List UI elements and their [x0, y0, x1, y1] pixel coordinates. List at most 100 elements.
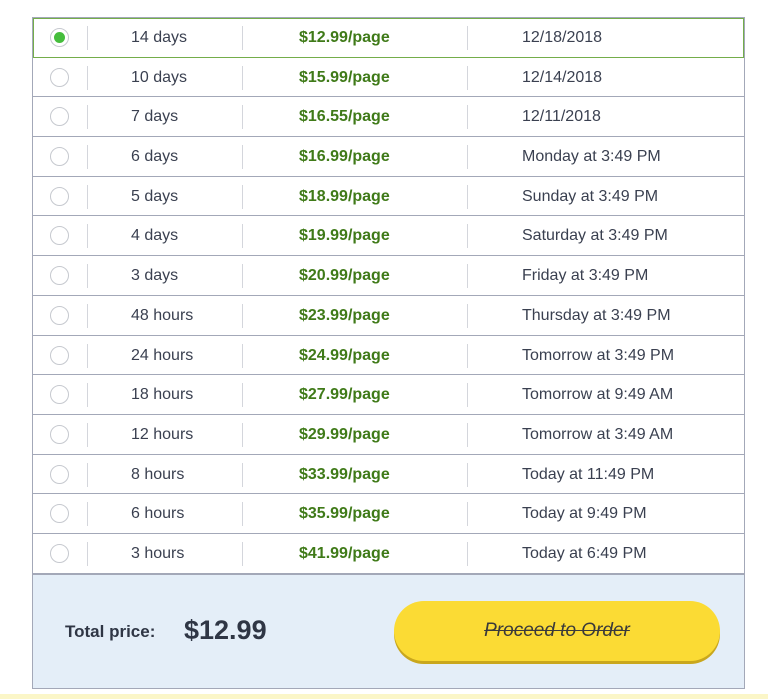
option-duration: 3 hours	[131, 544, 185, 562]
option-deadline: Tomorrow at 3:49 AM	[522, 425, 674, 443]
column-divider	[242, 105, 243, 130]
option-radio[interactable]	[50, 67, 69, 87]
option-price: $16.55/page	[299, 108, 390, 126]
column-divider	[87, 383, 88, 408]
column-divider	[467, 224, 468, 249]
bottom-divider	[0, 694, 768, 699]
deadline-options-table: 14 days $12.99/page 12/18/2018 10 days $15.9…	[32, 17, 745, 574]
column-divider	[467, 462, 468, 487]
column-divider	[242, 264, 243, 289]
column-divider	[242, 26, 243, 50]
option-radio[interactable]	[50, 107, 69, 127]
option-radio[interactable]	[50, 305, 69, 325]
column-divider	[467, 65, 468, 90]
option-price: $19.99/page	[299, 227, 390, 245]
column-divider	[467, 145, 468, 170]
option-deadline: 12/11/2018	[522, 108, 601, 126]
option-duration: 12 hours	[131, 425, 194, 443]
column-divider	[467, 26, 468, 50]
option-radio[interactable]	[50, 147, 69, 167]
option-radio[interactable]	[50, 385, 69, 405]
deadline-option-row[interactable]: 7 days $16.55/page 12/11/2018	[33, 97, 744, 138]
column-divider	[467, 422, 468, 447]
option-radio[interactable]	[50, 424, 69, 444]
option-deadline: Thursday at 3:49 PM	[522, 306, 671, 324]
option-radio[interactable]	[50, 28, 69, 47]
option-price: $18.99/page	[299, 187, 390, 205]
option-duration: 48 hours	[131, 306, 194, 324]
deadline-option-row[interactable]: 4 days $19.99/page Saturday at 3:49 PM	[33, 216, 744, 257]
option-price: $35.99/page	[299, 505, 390, 523]
deadline-option-row[interactable]: 12 hours $29.99/page Tomorrow at 3:49 AM	[33, 414, 744, 455]
column-divider	[467, 184, 468, 209]
column-divider	[87, 303, 88, 328]
column-divider	[87, 264, 88, 289]
option-price: $20.99/page	[299, 267, 390, 285]
total-price-value: $12.99	[184, 615, 267, 645]
proceed-to-order-button[interactable]: Proceed to Order	[394, 601, 720, 661]
option-radio[interactable]	[50, 504, 69, 524]
option-deadline: 12/18/2018	[522, 29, 603, 46]
deadline-option-row[interactable]: 18 hours $27.99/page Tomorrow at 9:49 AM	[33, 375, 744, 415]
option-radio[interactable]	[50, 226, 69, 246]
option-price: $24.99/page	[299, 346, 390, 364]
option-price: $29.99/page	[299, 425, 390, 443]
column-divider	[467, 105, 468, 130]
deadline-option-row[interactable]: 10 days $15.99/page 12/14/2018	[33, 57, 744, 98]
option-duration: 10 days	[131, 68, 188, 86]
option-radio[interactable]	[50, 543, 69, 563]
deadline-option-row[interactable]: 5 days $18.99/page Sunday at 3:49 PM	[33, 176, 744, 217]
column-divider	[87, 462, 88, 487]
option-price: $33.99/page	[299, 465, 390, 483]
option-deadline: Tomorrow at 9:49 AM	[522, 386, 674, 404]
column-divider	[242, 303, 243, 328]
option-price: $15.99/page	[299, 68, 390, 86]
option-deadline: Today at 9:49 PM	[522, 505, 647, 523]
column-divider	[242, 343, 243, 368]
column-divider	[87, 541, 88, 566]
column-divider	[242, 422, 243, 447]
deadline-option-row[interactable]: 6 hours $35.99/page Today at 9:49 PM	[33, 494, 744, 534]
column-divider	[467, 343, 468, 368]
option-deadline: Monday at 3:49 PM	[522, 148, 661, 166]
option-deadline: Today at 11:49 PM	[522, 465, 655, 483]
column-divider	[87, 145, 88, 170]
column-divider	[87, 26, 88, 50]
option-deadline: Sunday at 3:49 PM	[522, 187, 659, 205]
column-divider	[242, 145, 243, 170]
deadline-option-row[interactable]: 6 days $16.99/page Monday at 3:49 PM	[33, 137, 744, 177]
column-divider	[87, 184, 88, 209]
deadline-option-row[interactable]: 3 days $20.99/page Friday at 3:49 PM	[33, 256, 744, 296]
option-deadline: 12/14/2018	[522, 68, 603, 86]
option-duration: 6 hours	[131, 505, 185, 523]
option-radio[interactable]	[50, 345, 69, 365]
option-deadline: Tomorrow at 3:49 PM	[522, 346, 675, 364]
option-deadline: Saturday at 3:49 PM	[522, 227, 668, 245]
column-divider	[467, 541, 468, 566]
column-divider	[242, 502, 243, 527]
option-duration: 4 days	[131, 227, 179, 245]
deadline-option-row[interactable]: 14 days $12.99/page 12/18/2018	[33, 18, 744, 58]
column-divider	[467, 264, 468, 289]
column-divider	[467, 502, 468, 527]
deadline-option-row[interactable]: 3 hours $41.99/page Today at 6:49 PM	[33, 533, 744, 574]
option-duration: 5 days	[131, 187, 179, 205]
column-divider	[242, 224, 243, 249]
option-duration: 14 days	[131, 29, 188, 46]
option-price: $16.99/page	[299, 148, 390, 166]
column-divider	[467, 303, 468, 328]
deadline-option-row[interactable]: 8 hours $33.99/page Today at 11:49 PM	[33, 454, 744, 495]
column-divider	[87, 65, 88, 90]
option-duration: 6 days	[131, 148, 179, 166]
column-divider	[242, 383, 243, 408]
total-price-label: Total price:	[65, 622, 156, 641]
option-deadline: Friday at 3:49 PM	[522, 267, 649, 285]
option-radio[interactable]	[50, 186, 69, 206]
option-duration: 24 hours	[131, 346, 194, 364]
deadline-option-row[interactable]: 48 hours $23.99/page Thursday at 3:49 PM	[33, 295, 744, 336]
deadline-option-row[interactable]: 24 hours $24.99/page Tomorrow at 3:49 PM	[33, 335, 744, 376]
option-radio[interactable]	[50, 464, 69, 484]
column-divider	[87, 422, 88, 447]
option-price: $27.99/page	[299, 386, 390, 404]
option-radio[interactable]	[50, 266, 69, 286]
